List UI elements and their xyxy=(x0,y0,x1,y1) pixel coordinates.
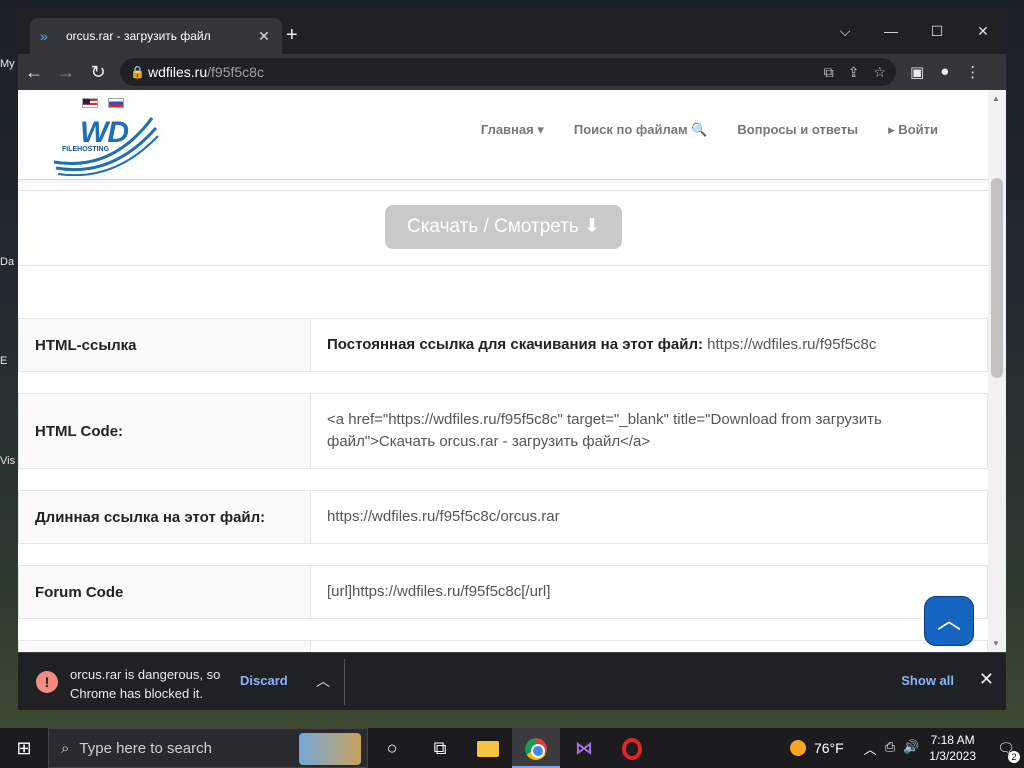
close-download-bar-icon[interactable]: ✕ xyxy=(979,669,994,690)
search-placeholder: Type here to search xyxy=(79,739,212,757)
show-all-button[interactable]: Show all xyxy=(901,673,954,688)
desktop-icon-label[interactable]: My xyxy=(0,58,15,70)
permalink-caption: Постоянная ссылка для скачивания на этот… xyxy=(327,336,703,353)
site-logo[interactable]: WD FILEHOSTING xyxy=(52,112,162,176)
web-page: WD FILEHOSTING Главная ▾ Поиск по файлам… xyxy=(18,90,988,652)
reload-button[interactable]: ↻ xyxy=(82,62,114,83)
download-warning-line1: orcus.rar is dangerous, so xyxy=(70,667,221,682)
address-bar[interactable]: 🔒 wdfiles.ru/f95f5c8c ⧉ ⇪ ☆ xyxy=(120,58,896,86)
desktop-icon-label[interactable]: Da xyxy=(0,256,14,268)
search-highlight-image xyxy=(299,733,361,765)
row-label: Длинная ссылка на этот файл: xyxy=(19,491,311,543)
html-code-value[interactable]: <a href="https://wdfiles.ru/f95f5c8c" ta… xyxy=(311,394,987,468)
nav-login[interactable]: ▸ Войти xyxy=(888,122,938,138)
scroll-up-arrow-icon[interactable]: ▲ xyxy=(992,94,1000,103)
row-value: Постоянная ссылка для скачивания на этот… xyxy=(311,319,987,371)
row-label: HTML-ссылка xyxy=(19,319,311,371)
logo-subtext: FILEHOSTING xyxy=(62,146,110,153)
visual-studio-icon[interactable]: ⋈ xyxy=(560,728,608,768)
close-window-button[interactable]: ✕ xyxy=(960,16,1006,46)
profile-icon[interactable]: ● xyxy=(940,63,949,81)
download-bar: ! orcus.rar is dangerous, so Chrome has … xyxy=(18,652,1006,710)
download-warning-line2: Chrome has blocked it. xyxy=(70,686,203,701)
new-tab-button[interactable]: + xyxy=(286,24,298,47)
weather-temperature[interactable]: 76°F xyxy=(814,740,844,756)
minimize-button[interactable]: — xyxy=(868,16,914,46)
windows-start-icon[interactable]: ⊞ xyxy=(0,738,48,759)
tab-close-icon[interactable]: ✕ xyxy=(256,28,272,45)
table-row: Forum Code [url]https://wdfiles.ru/f95f5… xyxy=(18,565,988,619)
page-scrollbar[interactable]: ▲ ▼ xyxy=(988,90,1006,652)
desktop-icon-label[interactable]: Vis xyxy=(0,455,15,467)
show-hidden-icons-chevron-icon[interactable]: ︿ xyxy=(864,739,877,758)
danger-warning-icon: ! xyxy=(36,671,58,693)
clock[interactable]: 7:18 AM 1/3/2023 xyxy=(929,732,976,764)
chrome-taskbar-icon[interactable] xyxy=(512,728,560,768)
lock-icon[interactable]: 🔒 xyxy=(130,65,148,79)
browser-tab[interactable]: » orcus.rar - загрузить файл ✕ xyxy=(30,18,282,54)
task-view-icon[interactable]: ⧉ xyxy=(416,728,464,768)
row-label xyxy=(19,641,311,652)
window-controls: ⌵ — ☐ ✕ xyxy=(822,16,1006,46)
download-section: Скачать / Смотреть ⬇ xyxy=(18,190,988,266)
row-label: Forum Code xyxy=(19,566,311,618)
url-path: /f95f5c8c xyxy=(207,64,264,80)
share-icon[interactable]: ⇪ xyxy=(848,64,860,81)
site-favicon-icon: » xyxy=(40,28,48,44)
browser-toolbar: ← → ↻ 🔒 wdfiles.ru/f95f5c8c ⧉ ⇪ ☆ ▣ ● ⋮ xyxy=(18,54,1006,90)
row-value xyxy=(311,641,987,652)
clock-date: 1/3/2023 xyxy=(929,749,976,763)
volume-icon[interactable]: 🔊 xyxy=(903,739,919,758)
table-row: HTML Code: <a href="https://wdfiles.ru/f… xyxy=(18,393,988,469)
opera-icon[interactable] xyxy=(608,728,656,768)
site-header: WD FILEHOSTING Главная ▾ Поиск по файлам… xyxy=(18,90,988,180)
discard-button[interactable]: Discard xyxy=(240,673,288,688)
chevron-up-icon[interactable]: ︿ xyxy=(316,671,330,691)
network-icon[interactable]: ⎙ xyxy=(885,739,895,758)
tab-search-icon[interactable]: ⌵ xyxy=(822,16,868,46)
nav-faq[interactable]: Вопросы и ответы xyxy=(737,122,858,138)
forward-button[interactable]: → xyxy=(50,62,82,83)
tab-title: orcus.rar - загрузить файл xyxy=(66,29,211,43)
table-row xyxy=(18,640,988,652)
notification-count: 2 xyxy=(1008,750,1020,763)
cortana-icon[interactable]: ○ xyxy=(368,728,416,768)
chrome-window: » orcus.rar - загрузить файл ✕ + ⌵ — ☐ ✕… xyxy=(18,8,1006,710)
nav-file-search[interactable]: Поиск по файлам 🔍 xyxy=(574,122,708,138)
tab-strip: » orcus.rar - загрузить файл ✕ + ⌵ — ☐ ✕ xyxy=(18,8,1006,54)
system-tray: 76°F ︿ ⎙ 🔊 7:18 AM 1/3/2023 🗨 2 xyxy=(789,732,1024,764)
translate-icon[interactable]: ⧉ xyxy=(824,64,834,81)
desktop-icon-label[interactable]: E xyxy=(0,355,7,367)
clock-time: 7:18 AM xyxy=(930,733,975,747)
bookmark-star-icon[interactable]: ☆ xyxy=(873,64,886,81)
main-nav: Главная ▾ Поиск по файлам 🔍 Вопросы и от… xyxy=(481,122,938,138)
taskbar: ⊞ ⌕ Type here to search ○ ⧉ ⋈ 76°F ︿ ⎙ 🔊… xyxy=(0,728,1024,768)
url-host: wdfiles.ru xyxy=(148,64,208,80)
download-divider xyxy=(344,659,345,705)
weather-sun-icon[interactable] xyxy=(789,740,806,756)
row-label: HTML Code: xyxy=(19,394,311,468)
russian-flag-icon[interactable] xyxy=(108,98,124,108)
forum-code-value[interactable]: [url]https://wdfiles.ru/f95f5c8c[/url] xyxy=(311,566,987,618)
notification-center-icon[interactable]: 🗨 2 xyxy=(988,740,1024,763)
download-warning-text: orcus.rar is dangerous, so Chrome has bl… xyxy=(70,665,220,703)
download-button[interactable]: Скачать / Смотреть ⬇ xyxy=(385,205,622,249)
scroll-to-top-button[interactable]: ︿ xyxy=(924,596,974,646)
table-row: HTML-ссылка Постоянная ссылка для скачив… xyxy=(18,318,988,372)
taskbar-search[interactable]: ⌕ Type here to search xyxy=(48,728,368,768)
scroll-down-arrow-icon[interactable]: ▼ xyxy=(992,639,1000,648)
english-flag-icon[interactable] xyxy=(82,98,98,108)
table-row: Длинная ссылка на этот файл: https://wdf… xyxy=(18,490,988,544)
scrollbar-thumb[interactable] xyxy=(991,178,1003,378)
nav-home[interactable]: Главная ▾ xyxy=(481,122,544,138)
back-button[interactable]: ← xyxy=(18,62,50,83)
logo-text: WD xyxy=(80,116,129,149)
maximize-button[interactable]: ☐ xyxy=(914,16,960,46)
long-link-value[interactable]: https://wdfiles.ru/f95f5c8c/orcus.rar xyxy=(311,491,987,543)
file-explorer-icon[interactable] xyxy=(464,728,512,768)
permalink-url[interactable]: https://wdfiles.ru/f95f5c8c xyxy=(703,336,876,353)
menu-kebab-icon[interactable]: ⋮ xyxy=(965,63,980,81)
search-icon: ⌕ xyxy=(61,739,70,757)
side-panel-icon[interactable]: ▣ xyxy=(910,63,924,81)
